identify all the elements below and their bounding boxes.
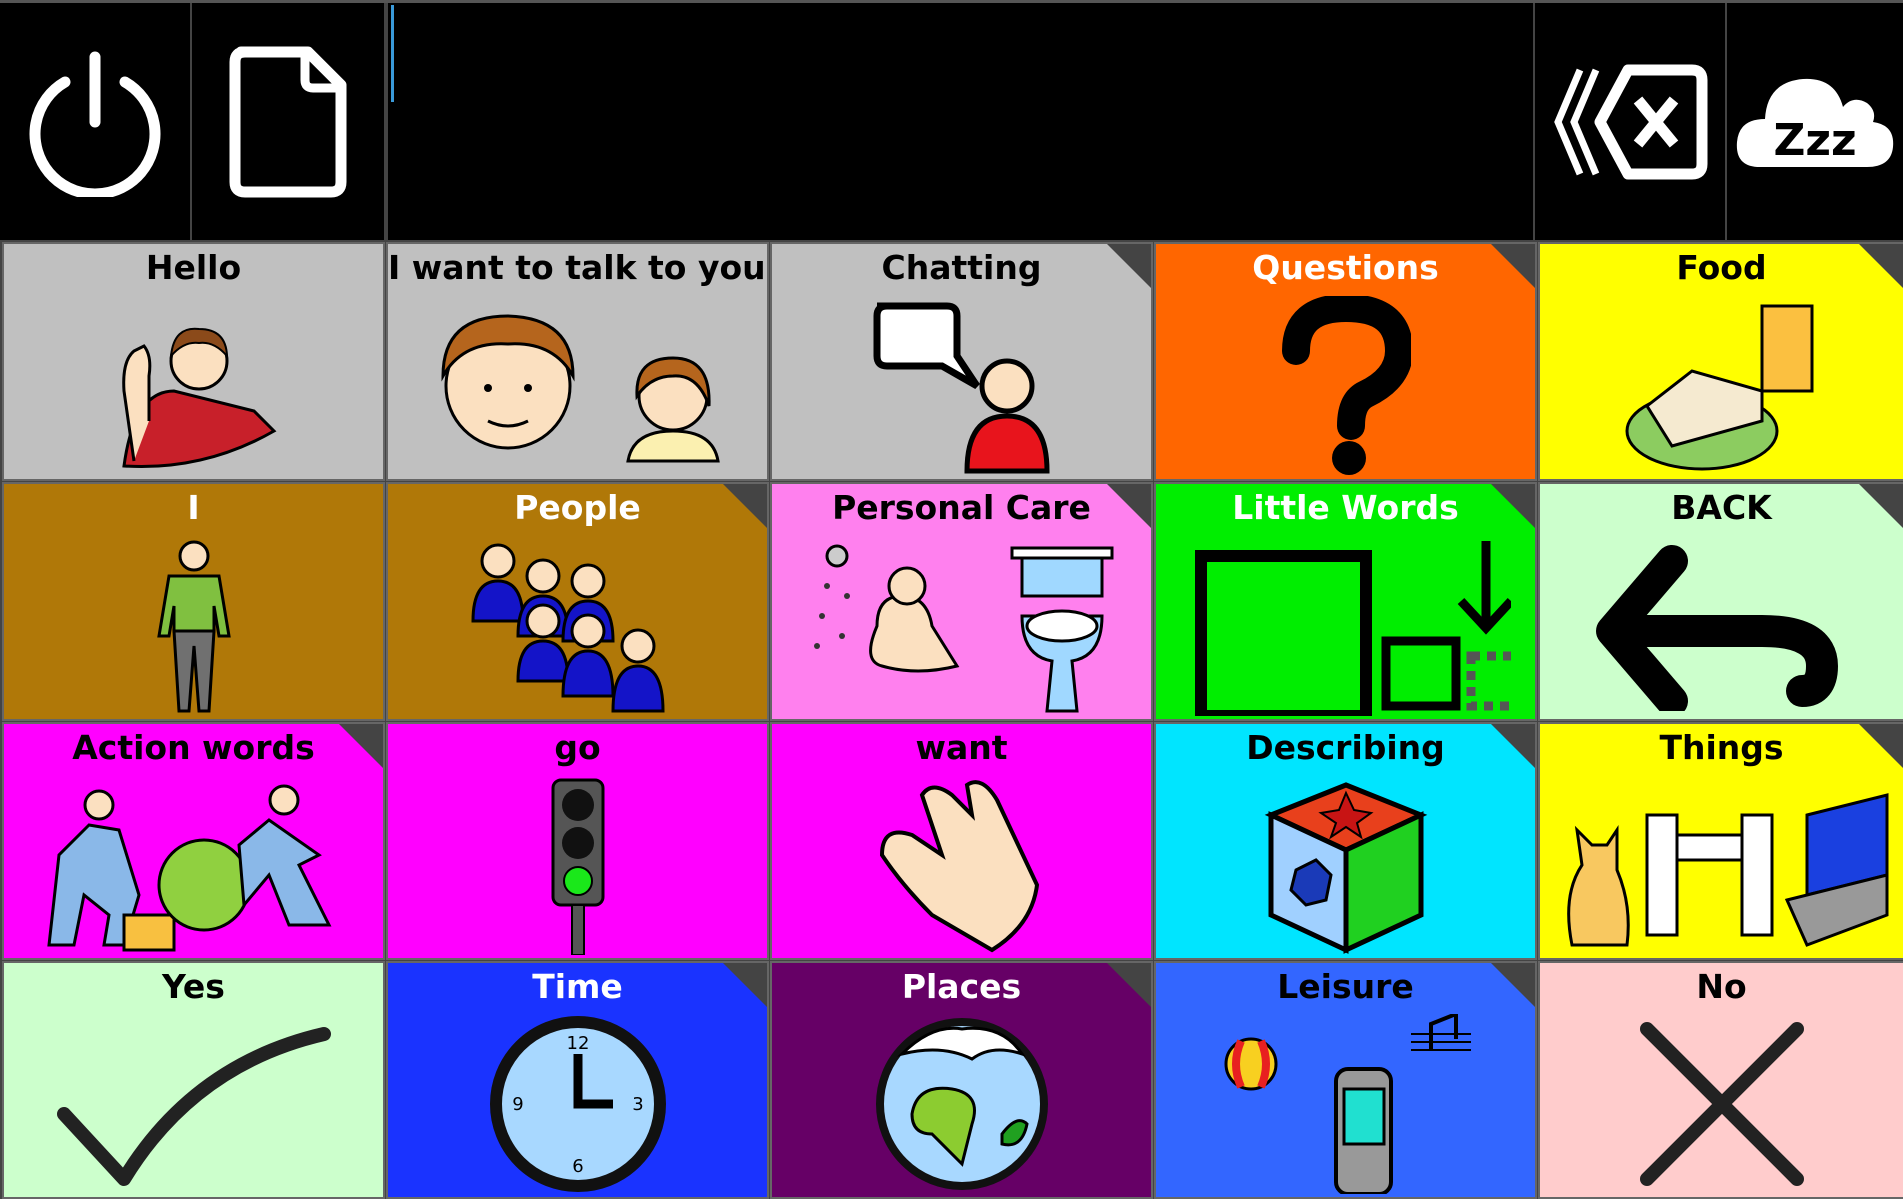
folder-corner-icon — [1107, 244, 1151, 288]
cell-label: Hello — [145, 248, 242, 287]
cell-label: Places — [901, 967, 1022, 1006]
cell-places[interactable]: Places — [770, 961, 1153, 1199]
globe-icon — [772, 1011, 1151, 1197]
cell-things[interactable]: Things — [1538, 722, 1903, 960]
cell-want[interactable]: want — [770, 722, 1153, 960]
cell-label: No — [1696, 967, 1747, 1006]
cell-label: Action words — [72, 728, 315, 767]
symbol-grid: Hello I want to talk to you. Chatting Quest… — [0, 240, 1903, 1199]
ball-phone-music-icon — [1156, 1011, 1535, 1197]
action-people-icon — [4, 772, 383, 958]
traffic-light-icon — [388, 772, 767, 958]
waving-person-icon — [4, 292, 383, 479]
cell-food[interactable]: Food — [1538, 242, 1903, 481]
squares-arrow-icon — [1156, 532, 1535, 719]
cloud-zzz-icon: Zzz — [1736, 78, 1894, 167]
cross-icon — [1540, 1011, 1903, 1197]
clock-9: 9 — [512, 1094, 523, 1115]
clock-icon: 12 3 6 9 — [388, 1011, 767, 1197]
folder-corner-icon — [1859, 244, 1903, 288]
folder-corner-icon — [1491, 244, 1535, 288]
group-of-people-icon — [388, 532, 767, 719]
cell-label: I want to talk to you. — [388, 248, 769, 287]
two-faces-icon — [388, 292, 767, 479]
folder-corner-icon — [1491, 963, 1535, 1007]
question-mark-icon — [1156, 292, 1535, 479]
cell-chatting[interactable]: Chatting — [770, 242, 1153, 481]
cell-i-want-to-talk-to-you[interactable]: I want to talk to you. — [386, 242, 769, 481]
cell-yes[interactable]: Yes — [2, 961, 385, 1199]
folder-corner-icon — [723, 484, 767, 528]
check-icon — [4, 1011, 383, 1197]
cell-label: go — [554, 728, 601, 767]
top-bar: Zzz — [0, 0, 1903, 240]
message-bar[interactable] — [386, 3, 1535, 240]
cell-label: want — [915, 728, 1008, 767]
cell-label: Chatting — [881, 248, 1042, 287]
folder-corner-icon — [1859, 484, 1903, 528]
folder-corner-icon — [1491, 484, 1535, 528]
clock-6: 6 — [572, 1156, 583, 1177]
power-icon — [29, 51, 161, 197]
back-arrow-icon — [1540, 532, 1903, 719]
backspace-clear-icon — [1554, 64, 1708, 179]
cell-label: Describing — [1246, 728, 1445, 767]
sleep-button[interactable]: Zzz — [1727, 3, 1903, 240]
document-icon — [229, 46, 347, 197]
clock-3: 3 — [632, 1094, 643, 1115]
cell-label: BACK — [1671, 488, 1772, 527]
cell-label: Leisure — [1277, 967, 1414, 1006]
cell-label: Little Words — [1232, 488, 1459, 527]
cell-little-words[interactable]: Little Words — [1154, 482, 1537, 721]
cell-leisure[interactable]: Leisure — [1154, 961, 1537, 1199]
cat-table-laptop-icon — [1540, 772, 1903, 958]
folder-corner-icon — [1107, 963, 1151, 1007]
cell-label: Food — [1676, 248, 1767, 287]
speech-bubble-person-icon — [772, 292, 1151, 479]
shape-cube-icon — [1156, 772, 1535, 958]
cell-label: Things — [1659, 728, 1784, 767]
new-document-button[interactable] — [192, 3, 386, 240]
folder-corner-icon — [723, 963, 767, 1007]
cell-action-words[interactable]: Action words — [2, 722, 385, 960]
folder-corner-icon — [1859, 724, 1903, 768]
folder-corner-icon — [339, 724, 383, 768]
text-cursor — [391, 5, 394, 102]
cell-label: Yes — [162, 967, 225, 1006]
cell-no[interactable]: No — [1538, 961, 1903, 1199]
cell-describing[interactable]: Describing — [1154, 722, 1537, 960]
cell-personal-care[interactable]: Personal Care — [770, 482, 1153, 721]
cell-i[interactable]: I — [2, 482, 385, 721]
reaching-hand-icon — [772, 772, 1151, 958]
folder-corner-icon — [1107, 484, 1151, 528]
cell-hello[interactable]: Hello — [2, 242, 385, 481]
sandwich-drink-icon — [1540, 292, 1903, 479]
power-button[interactable] — [0, 3, 192, 240]
folder-corner-icon — [1491, 724, 1535, 768]
cell-questions[interactable]: Questions — [1154, 242, 1537, 481]
cell-label: Time — [532, 967, 623, 1006]
standing-person-icon — [4, 532, 383, 719]
cell-people[interactable]: People — [386, 482, 769, 721]
cell-go[interactable]: go — [386, 722, 769, 960]
cell-time[interactable]: 12 3 6 9 Time — [386, 961, 769, 1199]
zzz-text: Zzz — [1773, 115, 1856, 166]
cell-label: I — [187, 488, 200, 527]
cell-back[interactable]: BACK — [1538, 482, 1903, 721]
cell-label: Questions — [1252, 248, 1439, 287]
clock-12: 12 — [566, 1033, 589, 1054]
shower-toilet-icon — [772, 532, 1151, 719]
cell-label: Personal Care — [832, 488, 1091, 527]
clear-button[interactable] — [1535, 3, 1727, 240]
cell-label: People — [514, 488, 641, 527]
